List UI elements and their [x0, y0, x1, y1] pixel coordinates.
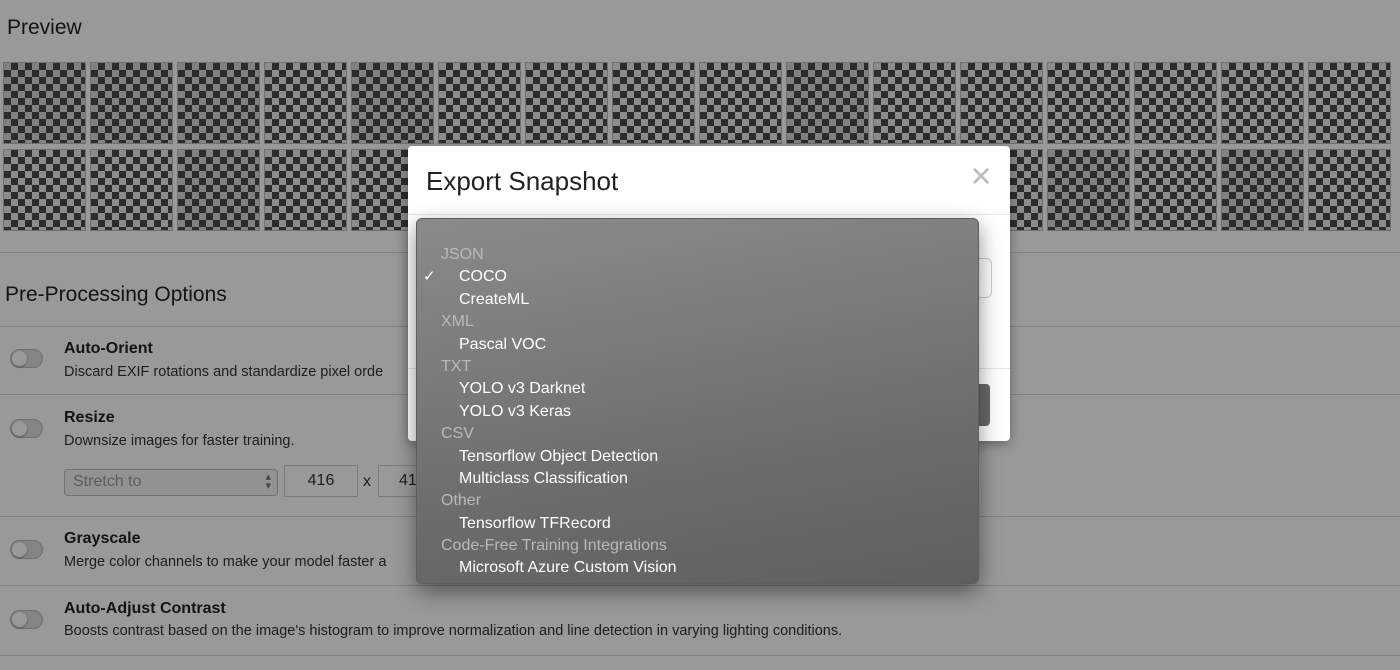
menu-item[interactable]: Microsoft Azure Custom Vision	[417, 557, 978, 579]
menu-item[interactable]: Tensorflow TFRecord	[417, 513, 978, 535]
menu-item[interactable]: YOLO v3 Keras	[417, 401, 978, 423]
menu-item-label: Microsoft Azure Custom Vision	[459, 559, 677, 577]
menu-item-label: YOLO v3 Keras	[459, 402, 572, 420]
menu-group-label: Other	[441, 492, 482, 510]
checkmark-icon: ✓	[423, 268, 436, 286]
menu-item[interactable]: Multiclass Classification	[417, 468, 978, 490]
menu-group-label: XML	[441, 313, 474, 331]
menu-item-label: YOLO v3 Darknet	[459, 380, 586, 398]
menu-group-label: TXT	[441, 357, 472, 375]
menu-item-label: Tensorflow TFRecord	[459, 514, 611, 532]
export-format-menu: JSON ✓ COCO CreateML XML Pascal VOC TXT YOLO v3…	[416, 218, 979, 584]
menu-group-label: CSV	[441, 425, 474, 443]
modal-header-divider	[408, 214, 1010, 215]
menu-item-label: CreateML	[459, 290, 530, 308]
menu-item-label: COCO	[459, 268, 507, 286]
close-icon[interactable]: ×	[966, 158, 996, 194]
menu-item[interactable]: Tensorflow Object Detection	[417, 446, 978, 468]
menu-item[interactable]: ✓ COCO	[417, 266, 978, 288]
menu-item-label: Tensorflow Object Detection	[459, 447, 659, 465]
menu-group-label: JSON	[441, 246, 484, 263]
menu-item[interactable]: Pascal VOC	[417, 334, 978, 356]
menu-group-label: Code-Free Training Integrations	[441, 537, 667, 555]
menu-item-label: Pascal VOC	[459, 335, 547, 353]
modal-title: Export Snapshot	[426, 166, 619, 196]
menu-item[interactable]: CreateML	[417, 289, 978, 311]
menu-item-label: Multiclass Classification	[459, 469, 628, 487]
menu-item[interactable]: YOLO v3 Darknet	[417, 378, 978, 400]
